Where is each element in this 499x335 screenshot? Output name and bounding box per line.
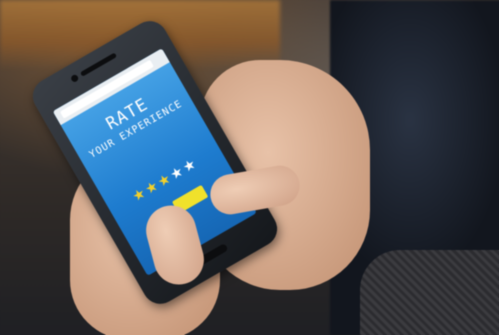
- photo-scene: RATE YOUR EXPERIENCE ★★★★★: [0, 0, 499, 335]
- photo-softness: [0, 0, 499, 335]
